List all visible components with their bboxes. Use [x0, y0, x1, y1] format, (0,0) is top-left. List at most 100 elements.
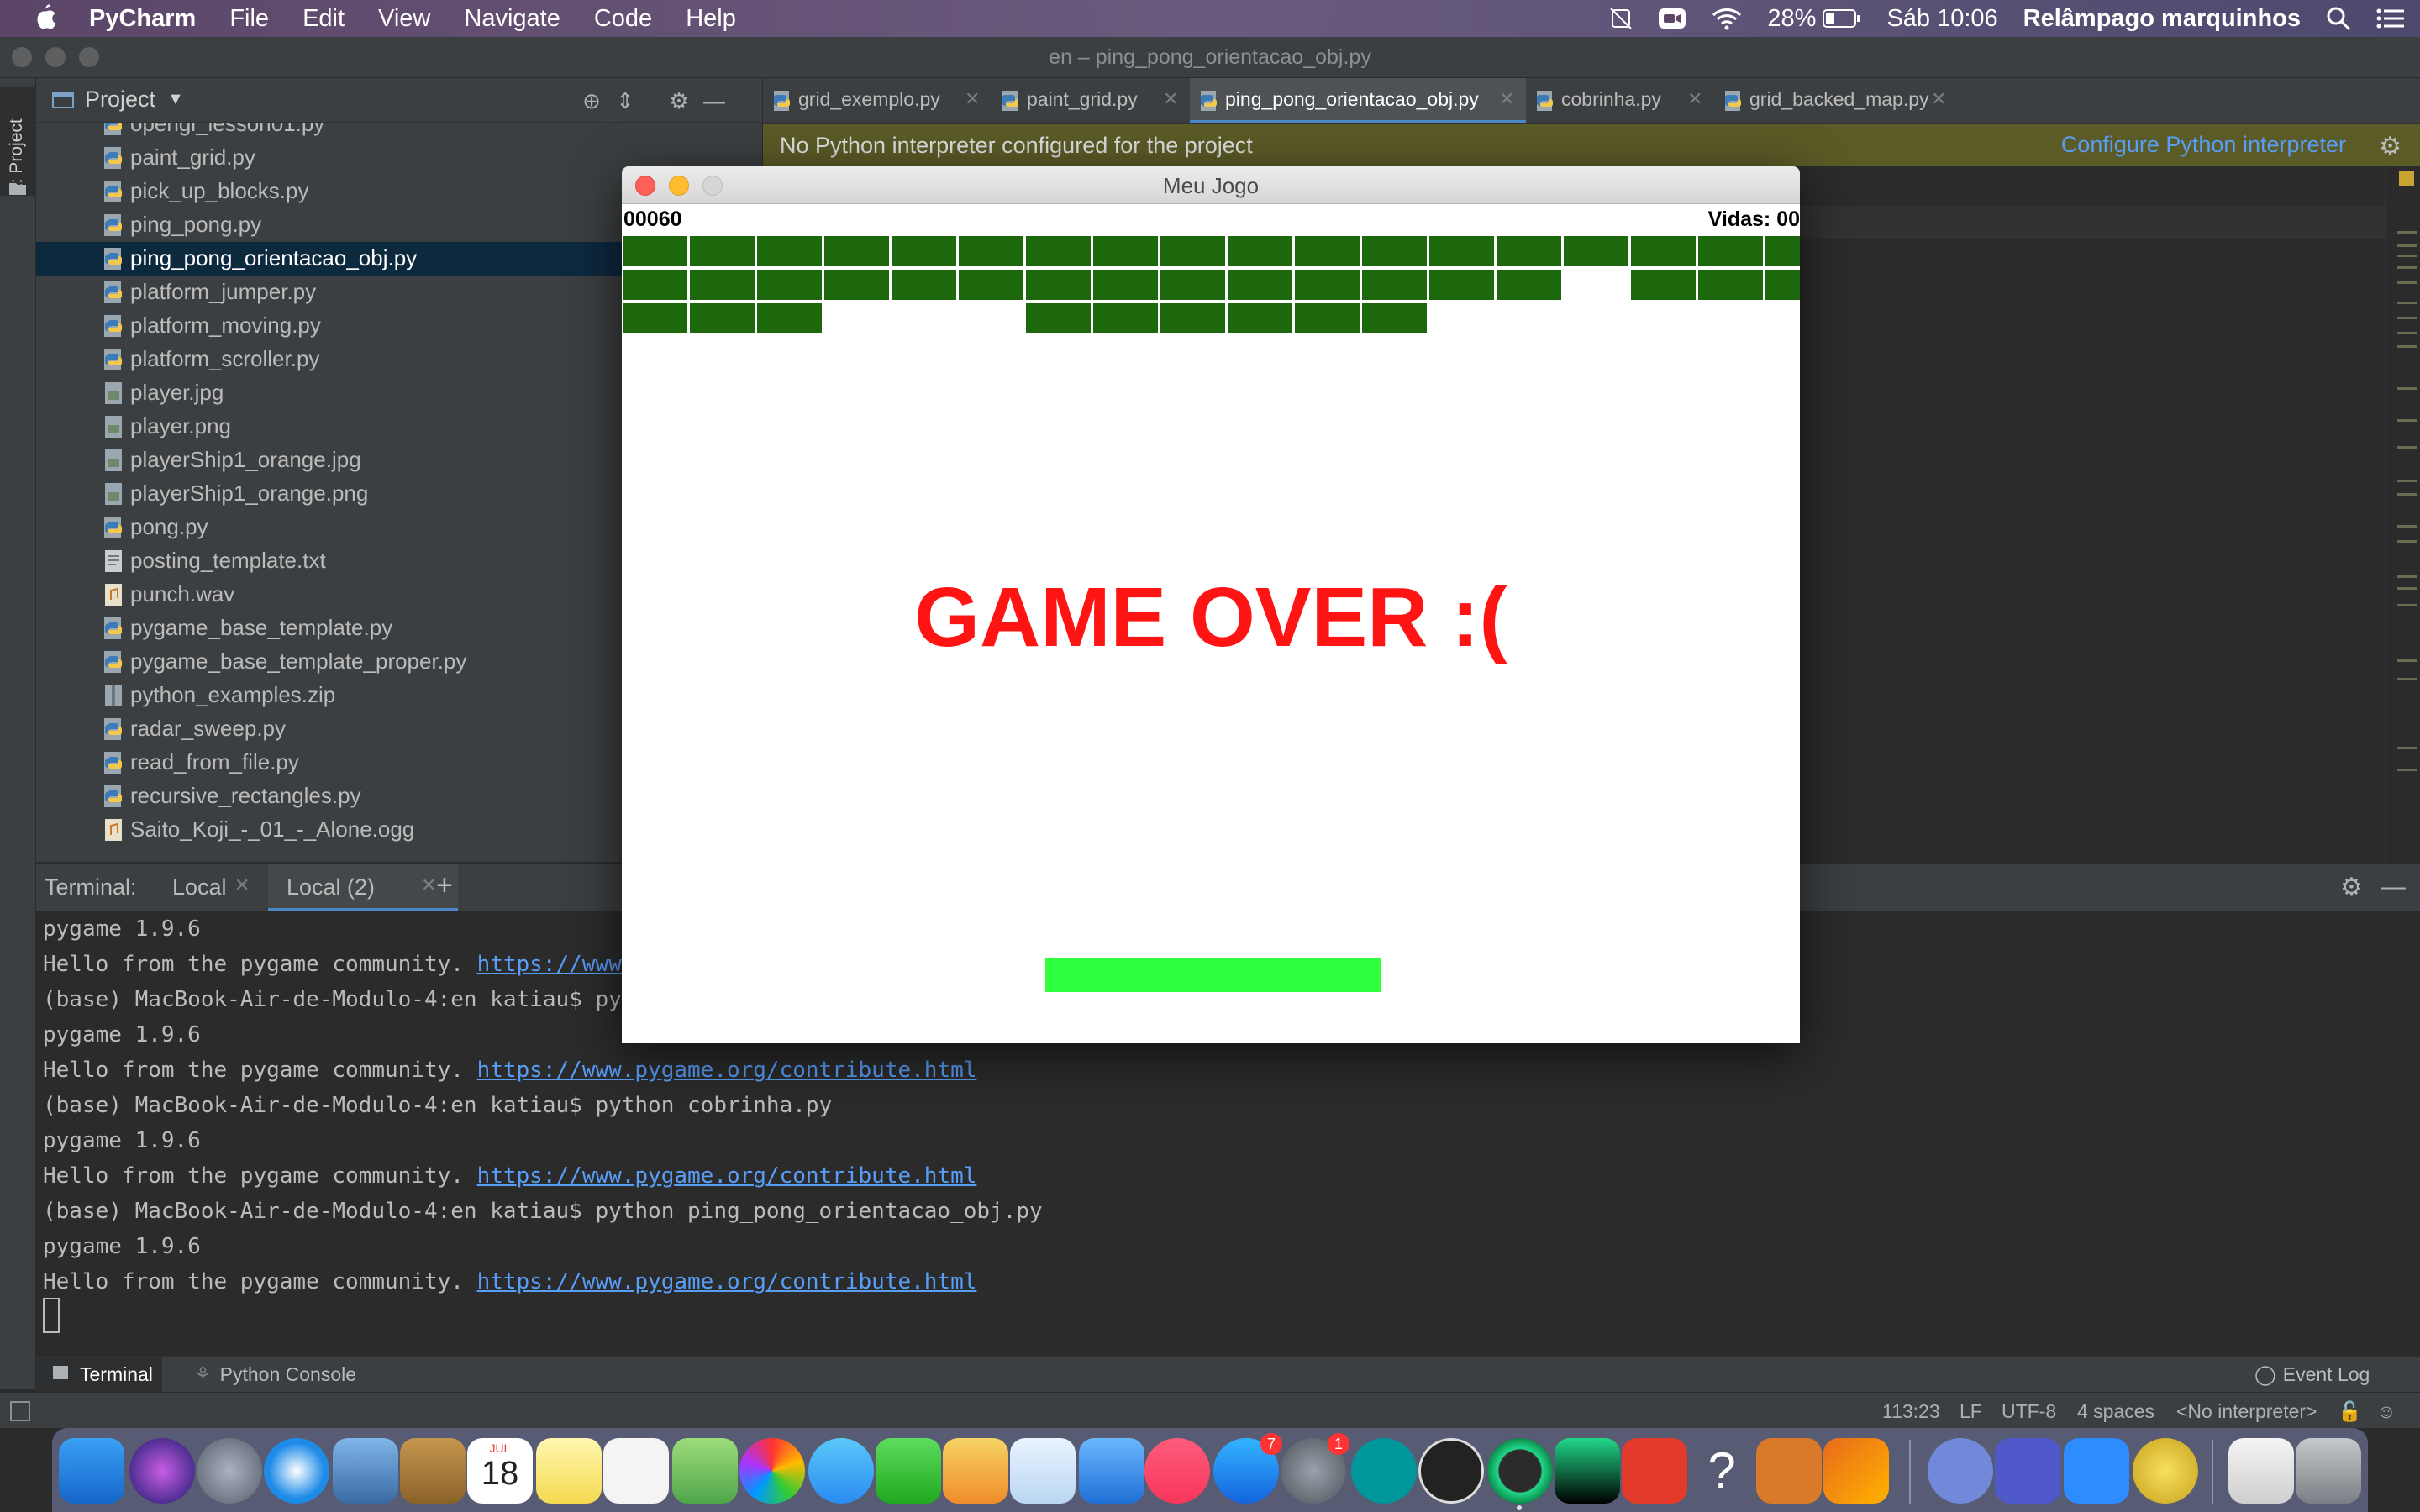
close-icon[interactable]: ✕ — [1163, 88, 1178, 110]
interpreter-status[interactable]: <No interpreter> — [2176, 1400, 2317, 1423]
numbers-icon[interactable] — [1010, 1438, 1076, 1504]
discord-icon[interactable] — [1928, 1438, 1993, 1504]
fritzing-icon[interactable] — [1622, 1438, 1687, 1504]
python-console-tool-button[interactable]: ⚘ Python Console — [194, 1363, 356, 1386]
keynote-icon[interactable] — [1079, 1438, 1144, 1504]
menu-code[interactable]: Code — [594, 5, 652, 33]
code-marker[interactable] — [2397, 480, 2417, 482]
editor-tab[interactable]: grid_exemplo.py ✕ — [763, 78, 992, 123]
cyberduck-icon[interactable] — [2133, 1438, 2198, 1504]
code-marker[interactable] — [2397, 575, 2417, 578]
editor-error-stripe[interactable] — [2385, 167, 2420, 863]
close-icon[interactable]: ✕ — [965, 88, 980, 110]
editor-tab[interactable]: cobrinha.py ✕ — [1526, 78, 1714, 123]
preview-icon[interactable] — [333, 1438, 398, 1504]
maps-icon[interactable] — [672, 1438, 738, 1504]
menu-help[interactable]: Help — [686, 5, 736, 33]
menu-view[interactable]: View — [378, 5, 430, 33]
contacts-icon[interactable] — [400, 1438, 466, 1504]
code-marker[interactable] — [2397, 747, 2417, 749]
new-terminal-tab-button[interactable]: + — [436, 869, 453, 902]
collapse-all-icon[interactable]: ⇕ — [613, 88, 638, 113]
close-icon[interactable]: ✕ — [234, 874, 250, 896]
code-marker[interactable] — [2397, 659, 2417, 662]
teams-icon[interactable] — [1995, 1438, 2060, 1504]
menubar-clock[interactable]: Sáb 10:06 — [1886, 5, 1997, 33]
menu-edit[interactable]: Edit — [302, 5, 345, 33]
editor-tab[interactable]: paint_grid.py ✕ — [992, 78, 1190, 123]
trash-icon[interactable] — [2296, 1438, 2361, 1504]
notes-icon[interactable] — [536, 1438, 602, 1504]
menu-navigate[interactable]: Navigate — [464, 5, 560, 33]
game-canvas[interactable]: 00060 Vidas: 00 GAME OVER :( — [622, 204, 1800, 1043]
siri-icon[interactable] — [129, 1438, 195, 1504]
eagle-icon[interactable] — [1756, 1438, 1822, 1504]
photos-icon[interactable] — [739, 1438, 805, 1504]
locate-file-icon[interactable]: ⊕ — [579, 88, 604, 113]
toggle-tool-windows-icon[interactable] — [10, 1401, 30, 1421]
spotlight-search-icon[interactable] — [2326, 6, 2351, 31]
editor-tab[interactable]: grid_backed_map.py ✕ — [1714, 78, 1958, 123]
help-icon[interactable]: ? — [1689, 1438, 1754, 1504]
code-marker[interactable] — [2397, 345, 2417, 348]
terminal-link[interactable]: https://www.pygame.org/contribute.html — [477, 1058, 977, 1083]
code-marker[interactable] — [2397, 419, 2417, 422]
menu-file[interactable]: File — [229, 5, 269, 33]
terminal-tab-local[interactable]: Local ✕ — [154, 864, 280, 911]
configure-interpreter-link[interactable]: Configure Python interpreter — [2061, 132, 2346, 158]
code-marker[interactable] — [2397, 540, 2417, 543]
safari-icon[interactable] — [264, 1438, 329, 1504]
project-view-selector[interactable]: Project ▼ — [51, 87, 184, 113]
code-marker[interactable] — [2397, 266, 2417, 269]
terminal-link[interactable]: https://www.pygame.org/contribute.html — [477, 1269, 977, 1294]
reminders-icon[interactable] — [603, 1438, 669, 1504]
lock-icon[interactable]: 🔓 — [2338, 1400, 2362, 1423]
app-store-icon[interactable]: 7 — [1213, 1433, 1282, 1504]
code-marker[interactable] — [2397, 493, 2417, 496]
terminal-gear-icon[interactable]: ⚙ — [2340, 873, 2363, 902]
code-marker[interactable] — [2397, 281, 2417, 284]
itunes-icon[interactable] — [1144, 1438, 1210, 1504]
line-separator[interactable]: LF — [1960, 1400, 1982, 1423]
code-marker[interactable] — [2397, 604, 2417, 606]
app-menu-pycharm[interactable]: PyCharm — [89, 5, 196, 33]
messages-icon[interactable] — [808, 1438, 874, 1504]
apple-menu-icon[interactable] — [32, 3, 59, 34]
inspector-icon[interactable]: ☺ — [2376, 1400, 2396, 1423]
code-marker[interactable] — [2397, 302, 2417, 304]
event-log-button[interactable]: ◯ Event Log — [2254, 1363, 2370, 1386]
caret-position[interactable]: 113:23 — [1882, 1400, 1940, 1423]
banner-gear-icon[interactable]: ⚙ — [2379, 132, 2402, 161]
documents-stack-icon[interactable] — [2228, 1438, 2294, 1504]
close-icon[interactable]: ✕ — [1687, 88, 1702, 110]
pycharm-icon[interactable] — [1487, 1438, 1553, 1504]
battery-icon[interactable] — [1823, 8, 1861, 29]
do-not-disturb-icon[interactable] — [1609, 7, 1633, 30]
file-encoding[interactable]: UTF-8 — [2002, 1400, 2056, 1423]
indent-setting[interactable]: 4 spaces — [2077, 1400, 2154, 1423]
close-icon[interactable]: ✕ — [421, 874, 436, 896]
system-preferences-icon[interactable]: 1 — [1281, 1433, 1349, 1504]
terminal-link[interactable]: https://www.pygame.org/contribute.html — [477, 1163, 977, 1189]
zoom-icon[interactable] — [2064, 1438, 2129, 1504]
matlab-icon[interactable] — [1823, 1438, 1889, 1504]
terminal-tab-local-2[interactable]: Local (2) ✕ — [268, 864, 458, 911]
project-file-item[interactable]: opengl_lesson01.py — [36, 123, 762, 141]
project-tool-tab[interactable]: 1: Project — [0, 87, 35, 196]
code-marker[interactable] — [2397, 525, 2417, 528]
notification-center-icon[interactable] — [2376, 8, 2405, 29]
arduino-icon[interactable] — [1351, 1438, 1417, 1504]
hide-panel-icon[interactable]: — — [702, 88, 727, 113]
code-marker[interactable] — [2397, 317, 2417, 319]
close-icon[interactable]: ✕ — [1931, 88, 1946, 110]
close-icon[interactable]: ✕ — [1499, 88, 1514, 110]
pycharm-edu-icon[interactable] — [1555, 1438, 1620, 1504]
code-marker[interactable] — [2397, 387, 2417, 390]
finder-icon[interactable] — [59, 1438, 124, 1504]
editor-tab[interactable]: ping_pong_orientacao_obj.py ✕ — [1190, 78, 1526, 123]
terminal-tool-button[interactable]: Terminal — [36, 1357, 162, 1392]
facetime-icon[interactable] — [876, 1438, 941, 1504]
launchpad-icon[interactable] — [197, 1438, 262, 1504]
code-marker[interactable] — [2397, 332, 2417, 334]
warning-indicator-icon[interactable] — [2399, 171, 2414, 186]
